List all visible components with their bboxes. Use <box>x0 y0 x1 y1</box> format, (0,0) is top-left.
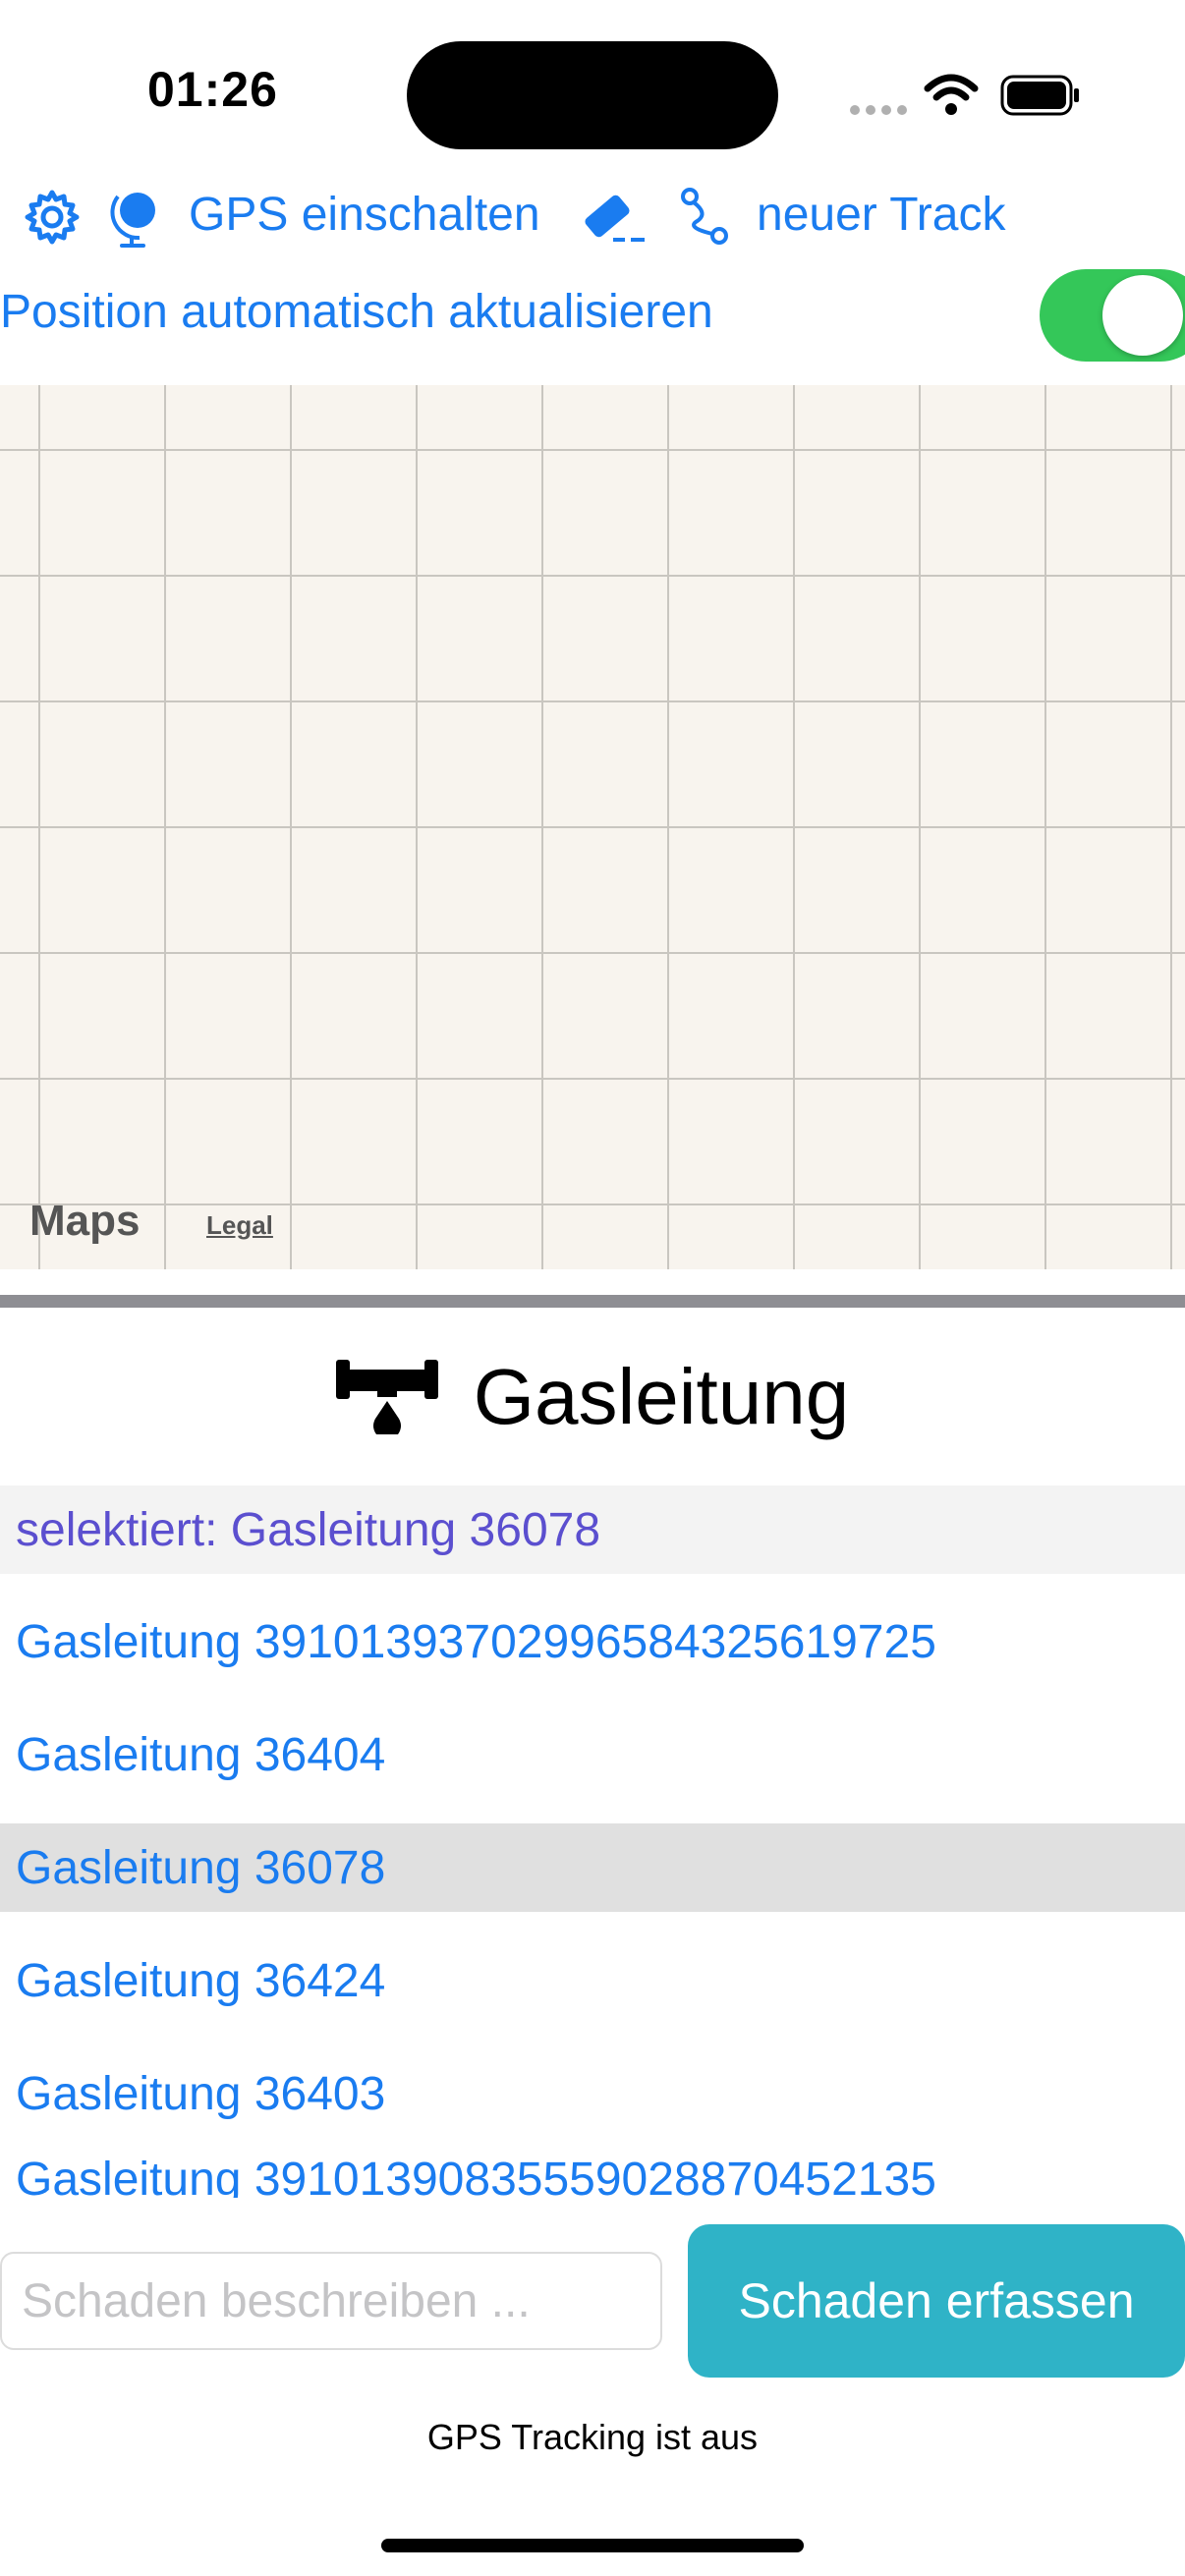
list-clip: Gasleitung 3910139083555902887045213​5 <box>0 2160 1185 2198</box>
list-item[interactable]: Gasleitung 36424 <box>0 1936 1185 2025</box>
new-track-button[interactable]: neuer Track <box>757 183 1005 246</box>
status-time: 01:26 <box>147 62 278 117</box>
legal-link[interactable]: Legal <box>206 1210 273 1241</box>
list-item[interactable]: Gasleitung 36404 <box>0 1710 1185 1799</box>
map-divider[interactable] <box>0 1295 1185 1308</box>
auto-update-label: Position automatisch aktualisieren <box>0 286 713 338</box>
list-item[interactable]: Gasleitung 3910139370299658432561972​5 <box>0 1597 1185 1686</box>
map-view[interactable] <box>0 385 1185 1269</box>
maps-brand: Maps <box>29 1197 141 1245</box>
pipe-leak-icon <box>335 1356 438 1439</box>
section-heading: Gasleitung <box>0 1348 1185 1446</box>
gps-status-text: GPS Tracking ist aus <box>426 2417 759 2457</box>
selected-item-label: selektiert: Gasleitung 36078 <box>0 1485 1185 1574</box>
toggle-knob <box>1102 275 1183 356</box>
wifi-icon <box>924 73 979 121</box>
settings-icon[interactable] <box>24 189 81 251</box>
battery-icon <box>1000 75 1081 121</box>
list-item-selected[interactable]: Gasleitung 36078 <box>0 1823 1185 1912</box>
auto-update-toggle[interactable] <box>1040 269 1185 362</box>
record-damage-button[interactable]: Schaden erfassen <box>688 2224 1185 2378</box>
map-grid <box>0 385 1185 1269</box>
gps-toggle-button[interactable]: GPS einschalten <box>189 183 540 246</box>
globe-icon[interactable] <box>110 187 161 252</box>
list-item[interactable]: Gasleitung 36403 <box>0 2049 1185 2138</box>
list-item-partial[interactable]: Gasleitung 3910139083555902887045213​5 <box>0 2160 1185 2198</box>
damage-description-input[interactable] <box>0 2252 662 2350</box>
signal-icon <box>849 102 910 123</box>
route-icon[interactable] <box>680 187 729 251</box>
home-indicator[interactable] <box>381 2539 804 2552</box>
section-title: Gasleitung <box>473 1353 850 1440</box>
eraser-icon[interactable] <box>580 189 649 249</box>
apple-maps-logo: Maps <box>29 1197 140 1246</box>
dynamic-island <box>407 41 778 149</box>
